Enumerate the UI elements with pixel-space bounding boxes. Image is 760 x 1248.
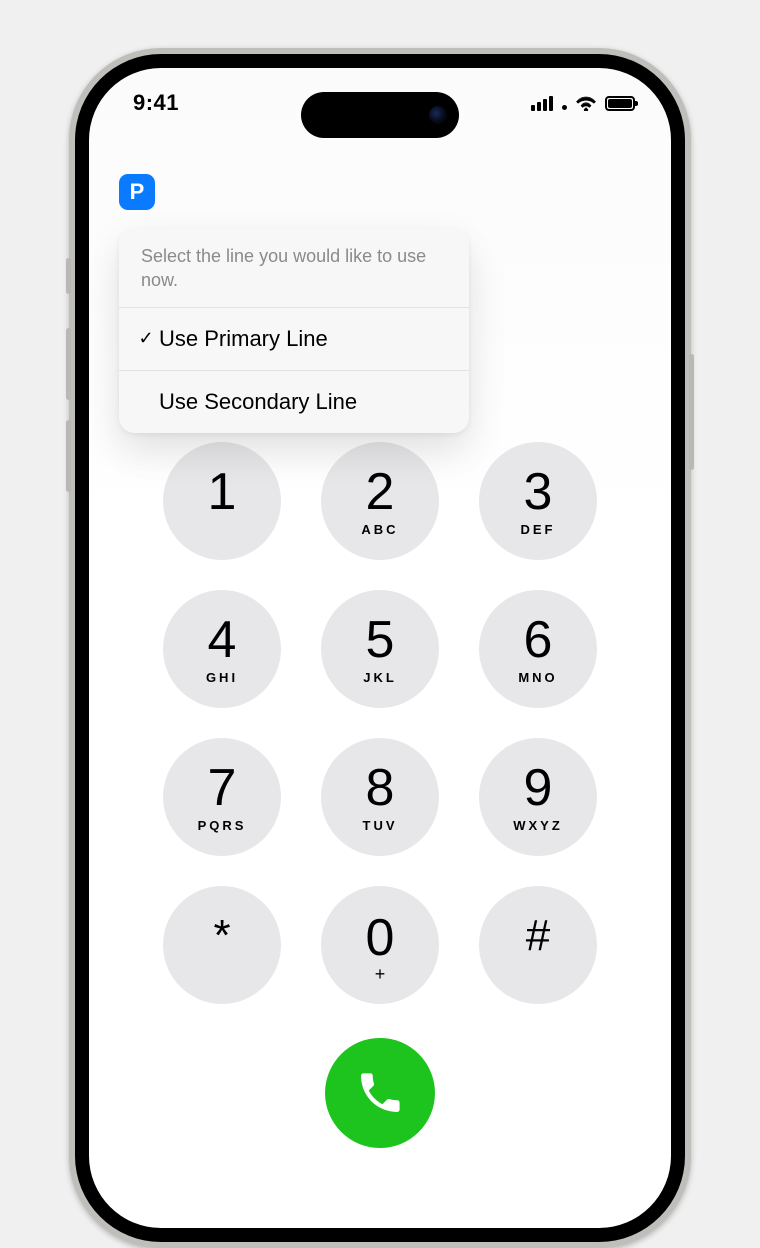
keypad-digit: 8 (366, 762, 395, 814)
keypad-key-hash[interactable]: # (479, 886, 597, 1004)
keypad-key-8[interactable]: 8 TUV (321, 738, 439, 856)
keypad-digit: 1 (208, 466, 237, 518)
phone-frame: 9:41 P Select the line you would like to… (69, 48, 691, 1248)
keypad-digit: 7 (208, 762, 237, 814)
keypad-digit: 9 (524, 762, 553, 814)
keypad-digit: 5 (366, 614, 395, 666)
volume-down-button[interactable] (66, 420, 71, 492)
screen: 9:41 P Select the line you would like to… (89, 68, 671, 1228)
phone-bezel: 9:41 P Select the line you would like to… (75, 54, 685, 1242)
keypad-key-5[interactable]: 5 JKL (321, 590, 439, 708)
keypad-digit: # (526, 914, 550, 958)
wifi-icon (575, 95, 597, 111)
silence-switch[interactable] (66, 258, 71, 294)
keypad-key-1[interactable]: 1 (163, 442, 281, 560)
status-bar: 9:41 (89, 68, 671, 138)
keypad-key-7[interactable]: 7 PQRS (163, 738, 281, 856)
dual-sim-dot-icon (562, 105, 567, 110)
power-button[interactable] (689, 354, 694, 470)
keypad-key-6[interactable]: 6 MNO (479, 590, 597, 708)
keypad-letters: MNO (518, 670, 557, 684)
line-option-secondary[interactable]: ✓ Use Secondary Line (119, 371, 469, 433)
keypad-digit: * (213, 914, 230, 958)
keypad-letters: DEF (521, 522, 556, 536)
call-button[interactable] (325, 1038, 435, 1148)
keypad-letters: + (375, 964, 386, 978)
keypad-key-3[interactable]: 3 DEF (479, 442, 597, 560)
keypad-letters: ABC (361, 522, 398, 536)
keypad-digit: 6 (524, 614, 553, 666)
keypad-letters: WXYZ (513, 818, 563, 832)
line-select-popover: Select the line you would like to use no… (119, 228, 469, 433)
line-option-primary[interactable]: ✓ Use Primary Line (119, 308, 469, 371)
phone-icon (355, 1068, 405, 1118)
keypad-digit: 2 (366, 466, 395, 518)
keypad-key-2[interactable]: 2 ABC (321, 442, 439, 560)
keypad-letters: JKL (363, 670, 397, 684)
keypad-digit: 0 (366, 912, 395, 964)
cellular-signal-icon (531, 95, 553, 111)
keypad-key-4[interactable]: 4 GHI (163, 590, 281, 708)
keypad-letters: PQRS (198, 818, 247, 832)
status-icons (531, 95, 635, 111)
battery-icon (605, 96, 635, 111)
line-badge[interactable]: P (119, 174, 155, 210)
popover-header: Select the line you would like to use no… (119, 228, 469, 308)
line-option-label: Use Secondary Line (159, 389, 357, 415)
keypad-key-9[interactable]: 9 WXYZ (479, 738, 597, 856)
keypad-digit: 3 (524, 466, 553, 518)
keypad-digit: 4 (208, 614, 237, 666)
keypad-key-0[interactable]: 0 + (321, 886, 439, 1004)
keypad-key-star[interactable]: * (163, 886, 281, 1004)
volume-up-button[interactable] (66, 328, 71, 400)
keypad-letters: GHI (206, 670, 238, 684)
line-option-label: Use Primary Line (159, 326, 328, 352)
dialer-keypad: 1 2 ABC 3 DEF 4 GHI (89, 442, 671, 1148)
status-time: 9:41 (133, 90, 179, 116)
keypad-letters: TUV (363, 818, 398, 832)
checkmark-icon: ✓ (133, 328, 159, 349)
